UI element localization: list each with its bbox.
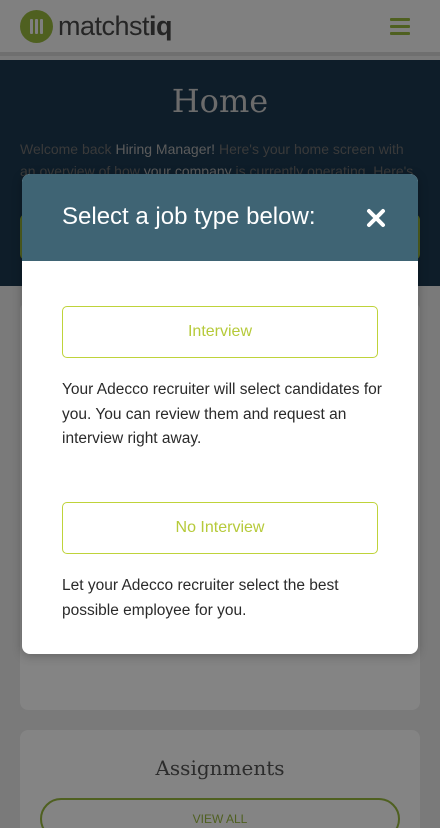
hamburger-menu-icon[interactable] [390, 18, 410, 36]
view-all-button[interactable]: VIEW ALL [40, 798, 400, 828]
no-interview-button[interactable]: No Interview [62, 502, 378, 554]
no-interview-description: Let your Adecco recruiter select the bes… [62, 577, 339, 619]
close-icon[interactable] [366, 208, 386, 228]
matchstiq-logo-icon [20, 10, 53, 43]
interview-description: Your Adecco recruiter will select candid… [62, 381, 382, 447]
assignments-card: Assignments VIEW ALL [20, 730, 420, 828]
app-header: matchstiq [0, 0, 440, 56]
assignments-title: Assignments [155, 756, 285, 780]
matchstiq-logo[interactable]: matchstiq [20, 10, 173, 43]
modal-header: Select a job type below: [22, 174, 418, 261]
page-title: Home [171, 82, 269, 120]
job-type-modal: Select a job type below: Interview Your … [22, 174, 418, 654]
modal-title: Select a job type below: [62, 203, 316, 230]
interview-button[interactable]: Interview [62, 306, 378, 358]
logo-text: matchstiq [58, 11, 173, 41]
